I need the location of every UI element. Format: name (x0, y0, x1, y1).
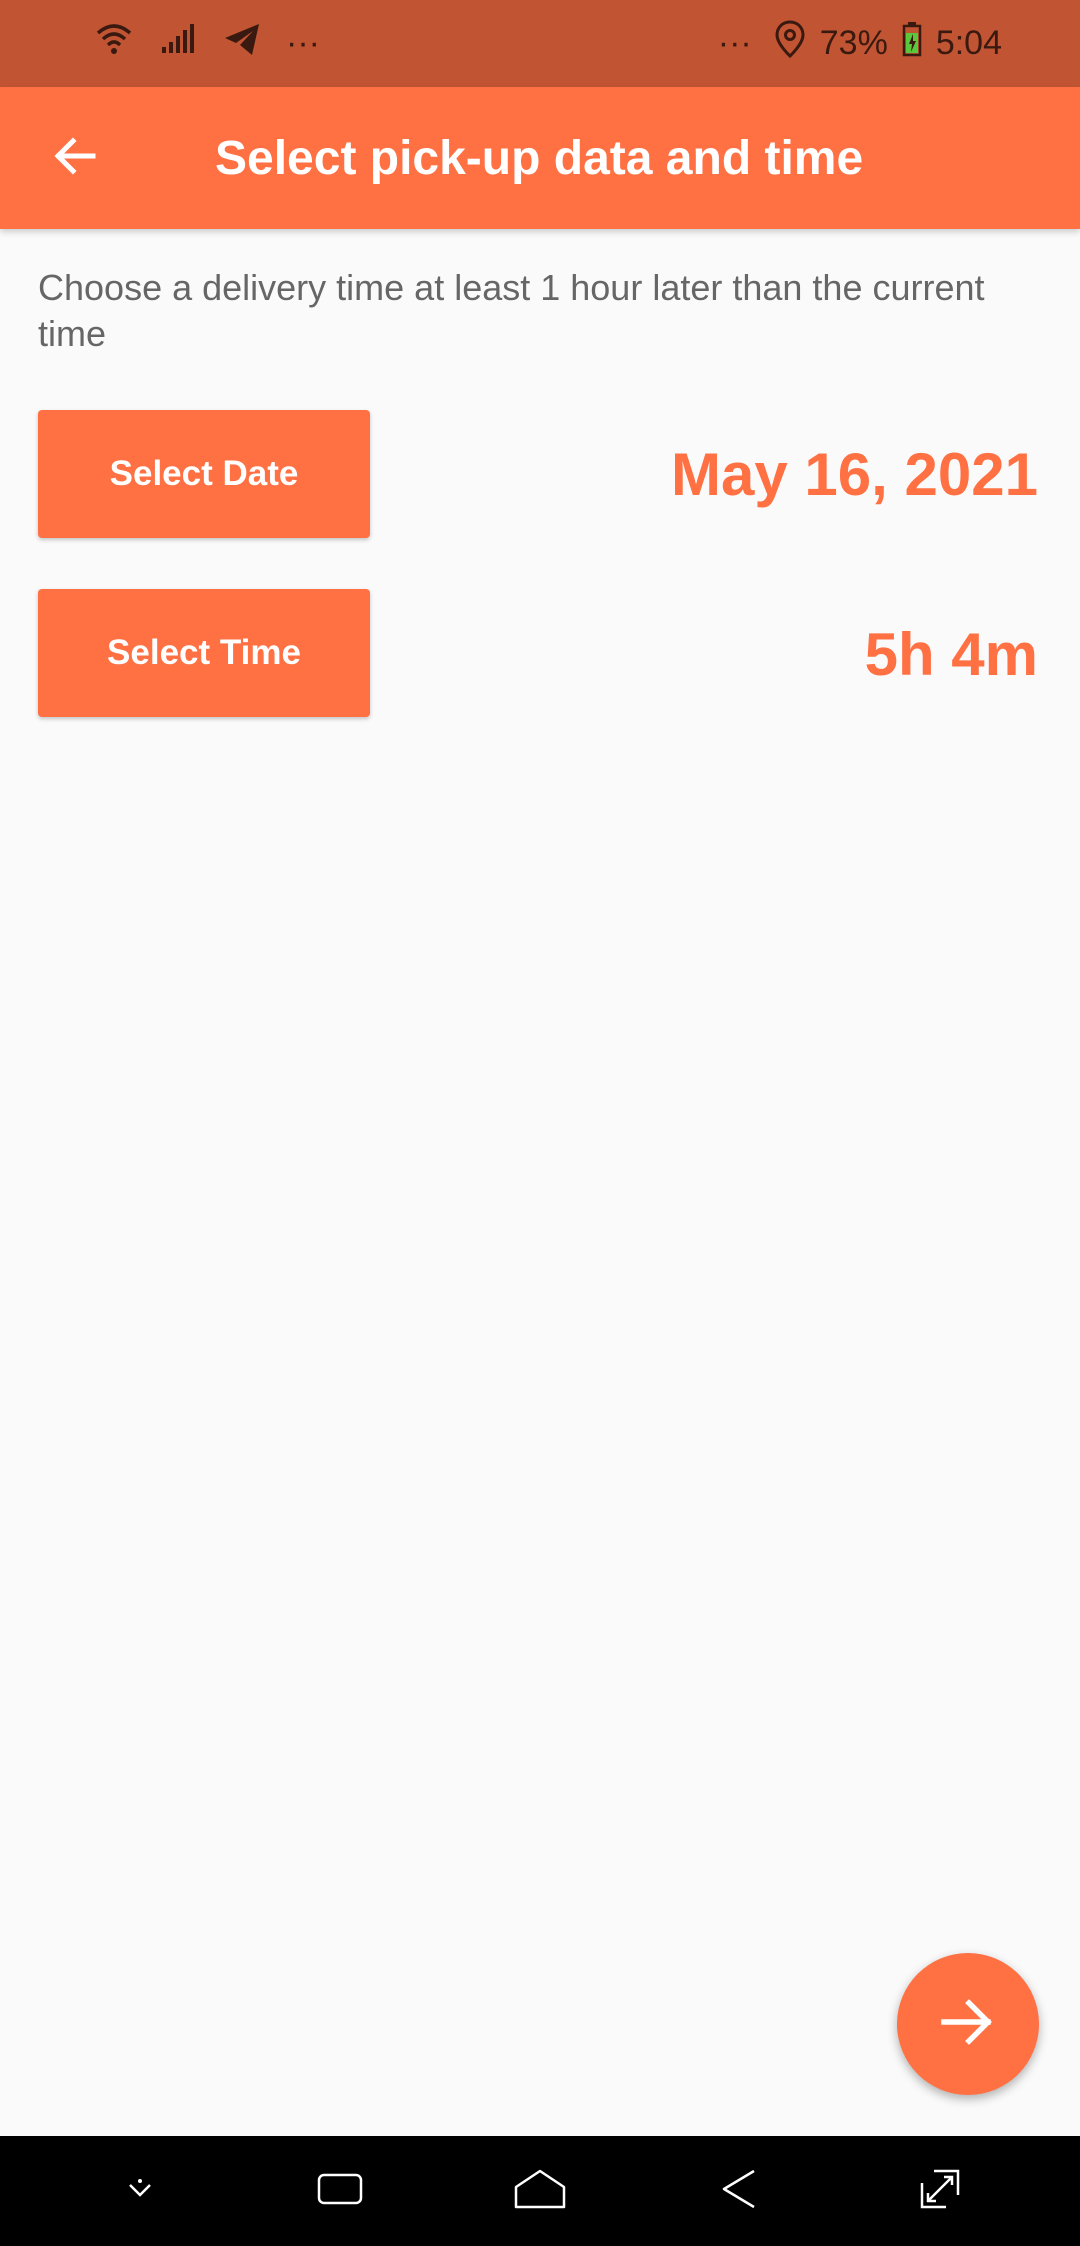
app-bar: Select pick-up data and time (0, 87, 1080, 229)
home-button[interactable] (495, 2146, 585, 2236)
arrow-right-icon (938, 1992, 998, 2057)
clock: 5:04 (935, 24, 1002, 62)
signal-icon (158, 19, 198, 68)
instruction-text: Choose a delivery time at least 1 hour l… (38, 267, 985, 354)
page-title: Select pick-up data and time (215, 131, 864, 185)
screen-rotate-icon (916, 2165, 964, 2218)
battery-icon (902, 21, 922, 66)
screen: ··· ··· 73% 5:04 Select pick-up data and… (0, 0, 1080, 2246)
status-right: ··· 73% 5:04 (718, 19, 1002, 68)
wifi-icon (94, 19, 134, 68)
recent-apps-button[interactable] (295, 2146, 385, 2236)
back-button[interactable] (40, 123, 110, 193)
screen-rotate-button[interactable] (895, 2146, 985, 2236)
telegram-icon (222, 19, 262, 68)
select-date-button[interactable]: Select Date (38, 410, 370, 538)
location-icon (774, 19, 806, 68)
recent-apps-icon (315, 2169, 365, 2214)
status-bar: ··· ··· 73% 5:04 (0, 0, 1080, 87)
hide-keyboard-button[interactable] (95, 2146, 185, 2236)
status-more-right: ··· (717, 24, 752, 62)
arrow-left-icon (51, 132, 99, 185)
status-more-left: ··· (286, 24, 320, 62)
selected-time-value: 5h 4m (864, 621, 1038, 688)
back-icon (718, 2167, 762, 2216)
home-icon (512, 2167, 568, 2216)
system-nav-bar (0, 2136, 1080, 2246)
hide-keyboard-icon (120, 2169, 160, 2214)
selected-date-value: May 16, 2021 (671, 441, 1038, 508)
back-nav-button[interactable] (695, 2146, 785, 2236)
next-fab-button[interactable] (897, 1953, 1039, 2095)
select-time-button[interactable]: Select Time (38, 589, 370, 717)
battery-percent: 73% (819, 24, 888, 62)
status-left: ··· (94, 19, 320, 68)
